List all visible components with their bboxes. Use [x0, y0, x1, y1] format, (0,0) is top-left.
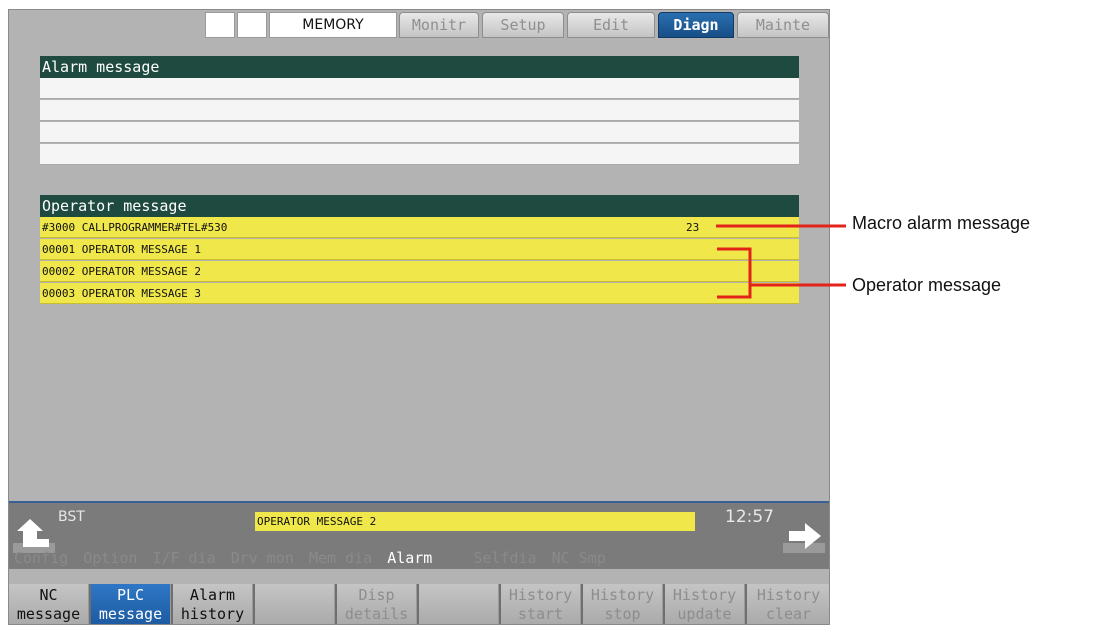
operator-callout-bracket — [717, 247, 752, 299]
callout-lines — [716, 224, 846, 299]
operator-message-callout-label: Operator message — [852, 275, 1002, 295]
macro-alarm-callout-label: Macro alarm message — [852, 213, 1031, 233]
